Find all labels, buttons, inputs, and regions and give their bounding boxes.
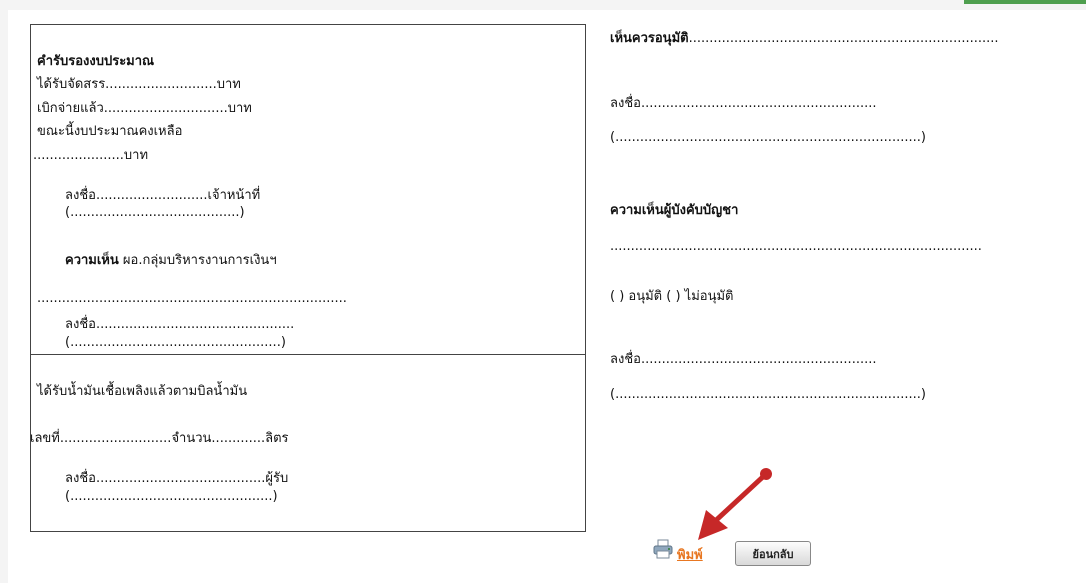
- back-button[interactable]: ย้อนกลับ: [735, 541, 811, 566]
- opinion-label: ความเห็น: [65, 253, 119, 268]
- commander-opinion-dots: ........................................…: [610, 239, 982, 254]
- printer-icon[interactable]: [653, 539, 673, 559]
- officer-signature-paren: (.......................................…: [65, 205, 245, 220]
- opinion-dots: ........................................…: [37, 291, 347, 306]
- officer-signature-line: ลงชื่อ...........................เจ้าหน้…: [65, 188, 261, 203]
- finance-opinion: ความเห็น ผอ.กลุ่มบริหารงานการเงินฯ: [65, 249, 277, 270]
- bill-number-line: เลขที่...........................จำนวน..…: [30, 431, 289, 446]
- remaining-label: ขณะนี้งบประมาณคงเหลือ: [37, 124, 183, 139]
- remaining-amount: ......................บาท: [33, 148, 149, 163]
- finance-signature-line: ลงชื่อ..................................…: [65, 317, 295, 332]
- receiver-signature-line: ลงชื่อ..................................…: [65, 471, 289, 486]
- corner-tab: [964, 0, 1086, 4]
- approval-options: ( ) อนุมัติ ( ) ไม่อนุมัติ: [610, 289, 734, 304]
- red-arrow-icon: [698, 468, 772, 540]
- commander-signature-line: ลงชื่อ..................................…: [610, 352, 877, 367]
- budget-certification-box: คำรับรองงบประมาณ ได้รับจัดสรร...........…: [30, 24, 586, 355]
- fuel-received-box: ได้รับน้ำมันเชื้อเพลิงแล้วตามบิลน้ำมัน เ…: [30, 354, 586, 532]
- print-link[interactable]: พิมพ์: [677, 544, 703, 565]
- budget-heading: คำรับรองงบประมาณ: [37, 54, 155, 69]
- approver-signature-paren: (.......................................…: [610, 130, 926, 145]
- approve-label: เห็นควรอนุมัติ: [610, 31, 689, 46]
- approve-dots: ........................................…: [688, 31, 999, 46]
- fuel-heading: ได้รับน้ำมันเชื้อเพลิงแล้วตามบิลน้ำมัน: [37, 384, 248, 399]
- commander-signature-paren: (.......................................…: [610, 387, 926, 402]
- opinion-title: ผอ.กลุ่มบริหารงานการเงินฯ: [118, 253, 277, 268]
- finance-signature-paren: (.......................................…: [65, 335, 286, 350]
- allocated-line: ได้รับจัดสรร...........................บ…: [37, 77, 241, 92]
- disbursed-line: เบิกจ่ายแล้ว............................…: [37, 101, 252, 116]
- receiver-signature-paren: (.......................................…: [65, 489, 278, 504]
- approver-signature-line: ลงชื่อ..................................…: [610, 96, 877, 111]
- commander-opinion-heading: ความเห็นผู้บังคับบัญชา: [610, 203, 739, 218]
- approve-recommendation: เห็นควรอนุมัติ..........................…: [610, 27, 999, 48]
